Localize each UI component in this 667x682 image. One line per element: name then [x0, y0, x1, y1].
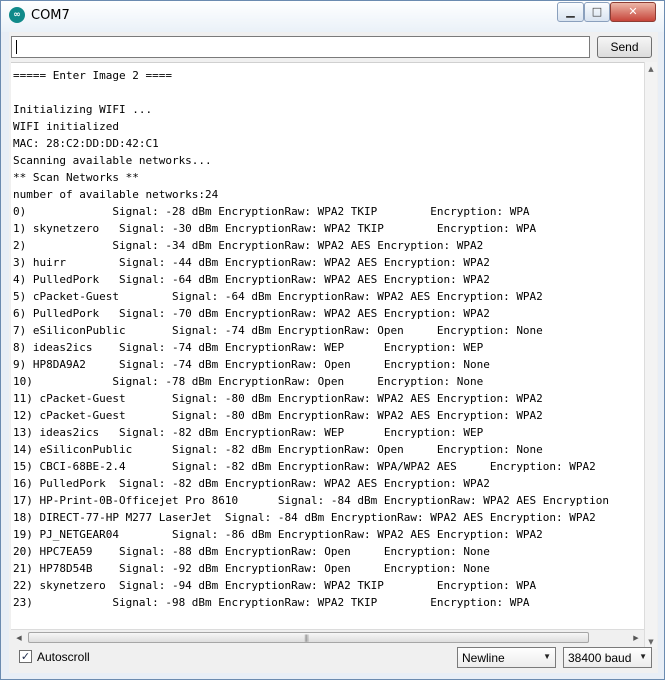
console-line: 7) eSiliconPublic Signal: -74 dBm Encryp…	[13, 324, 543, 337]
console-line: 2) Signal: -34 dBm EncryptionRaw: WPA2 A…	[13, 239, 484, 252]
console-line: WIFI initialized	[13, 120, 119, 133]
console-line: MAC: 28:C2:DD:DD:42:C1	[13, 137, 159, 150]
console-line: 16) PulledPork Signal: -82 dBm Encryptio…	[13, 477, 490, 490]
console-line: number of available networks:24	[13, 188, 219, 201]
console-line: 17) HP-Print-0B-Officejet Pro 8610 Signa…	[13, 494, 610, 507]
console-line: 5) cPacket-Guest Signal: -64 dBm Encrypt…	[13, 290, 543, 303]
chevron-down-icon: ▼	[543, 652, 551, 661]
console-line: 21) HP78D54B Signal: -92 dBm EncryptionR…	[13, 562, 490, 575]
title-bar[interactable]: ∞ COM7 ▁ □ ✕	[1, 1, 664, 32]
console-line: ===== Enter Image 2 ====	[13, 69, 172, 82]
arduino-icon: ∞	[9, 7, 25, 23]
grip-icon: |||	[304, 634, 309, 642]
close-icon: ✕	[628, 5, 638, 18]
serial-send-input[interactable]	[11, 36, 590, 58]
autoscroll-label: Autoscroll	[37, 650, 90, 664]
baud-rate-select[interactable]: 38400 baud ▼	[563, 647, 652, 668]
chevron-down-icon: ▼	[639, 652, 647, 661]
console-line: Scanning available networks...	[13, 154, 212, 167]
console-line: 4) PulledPork Signal: -64 dBm Encryption…	[13, 273, 490, 286]
console-line: 1) skynetzero Signal: -30 dBm Encryption…	[13, 222, 537, 235]
horizontal-scroll-thumb[interactable]: |||	[28, 632, 589, 643]
console-line: Initializing WIFI ...	[13, 103, 153, 116]
baud-rate-value: 38400 baud	[568, 651, 632, 665]
serial-monitor-window: ∞ COM7 ▁ □ ✕ Send ===== Enter Image 2 ==…	[0, 0, 665, 680]
console-line: 11) cPacket-Guest Signal: -80 dBm Encryp…	[13, 392, 543, 405]
console-line: 19) PJ_NETGEAR04 Signal: -86 dBm Encrypt…	[13, 528, 543, 541]
console-line: 22) skynetzero Signal: -94 dBm Encryptio…	[13, 579, 537, 592]
send-button[interactable]: Send	[597, 36, 652, 58]
vertical-scrollbar[interactable]: ▲ ▼	[644, 62, 657, 649]
console-line: 8) ideas2ics Signal: -74 dBm EncryptionR…	[13, 341, 484, 354]
scroll-up-arrow-icon[interactable]: ▲	[645, 62, 657, 76]
minimize-button[interactable]: ▁	[557, 2, 584, 22]
serial-output-text: ===== Enter Image 2 ==== Initializing WI…	[11, 63, 644, 611]
maximize-button[interactable]: □	[584, 2, 610, 22]
console-line: 6) PulledPork Signal: -70 dBm Encryption…	[13, 307, 490, 320]
console-line: 12) cPacket-Guest Signal: -80 dBm Encryp…	[13, 409, 543, 422]
window-title: COM7	[31, 8, 70, 23]
console-line: 10) Signal: -78 dBm EncryptionRaw: Open …	[13, 375, 484, 388]
close-button[interactable]: ✕	[610, 2, 656, 22]
console-line: 9) HP8DA9A2 Signal: -74 dBm EncryptionRa…	[13, 358, 490, 371]
minimize-icon: ▁	[566, 5, 575, 18]
checkmark-icon: ✓	[20, 650, 31, 663]
console-line: 18) DIRECT-77-HP M277 LaserJet Signal: -…	[13, 511, 596, 524]
serial-monitor-body: Send ===== Enter Image 2 ==== Initializi…	[9, 32, 658, 673]
console-line: 20) HPC7EA59 Signal: -88 dBm EncryptionR…	[13, 545, 490, 558]
console-line: 23) Signal: -98 dBm EncryptionRaw: WPA2 …	[13, 596, 530, 609]
console-line: ** Scan Networks **	[13, 171, 139, 184]
console-line: 13) ideas2ics Signal: -82 dBm Encryption…	[13, 426, 484, 439]
autoscroll-checkbox[interactable]: ✓	[19, 650, 32, 663]
console-line: 14) eSiliconPublic Signal: -82 dBm Encry…	[13, 443, 543, 456]
line-ending-value: Newline	[462, 651, 505, 665]
maximize-icon: □	[591, 5, 603, 18]
line-ending-select[interactable]: Newline ▼	[457, 647, 556, 668]
scroll-right-arrow-icon[interactable]: ▶	[628, 630, 644, 646]
console-line: 3) huirr Signal: -44 dBm EncryptionRaw: …	[13, 256, 490, 269]
scroll-left-arrow-icon[interactable]: ◀	[11, 630, 27, 646]
serial-output-area[interactable]: ===== Enter Image 2 ==== Initializing WI…	[11, 62, 644, 630]
text-caret	[16, 40, 17, 54]
horizontal-scrollbar[interactable]: ◀ ||| ▶	[11, 629, 644, 646]
console-line: 15) CBCI-68BE-2.4 Signal: -82 dBm Encryp…	[13, 460, 596, 473]
console-line: 0) Signal: -28 dBm EncryptionRaw: WPA2 T…	[13, 205, 530, 218]
